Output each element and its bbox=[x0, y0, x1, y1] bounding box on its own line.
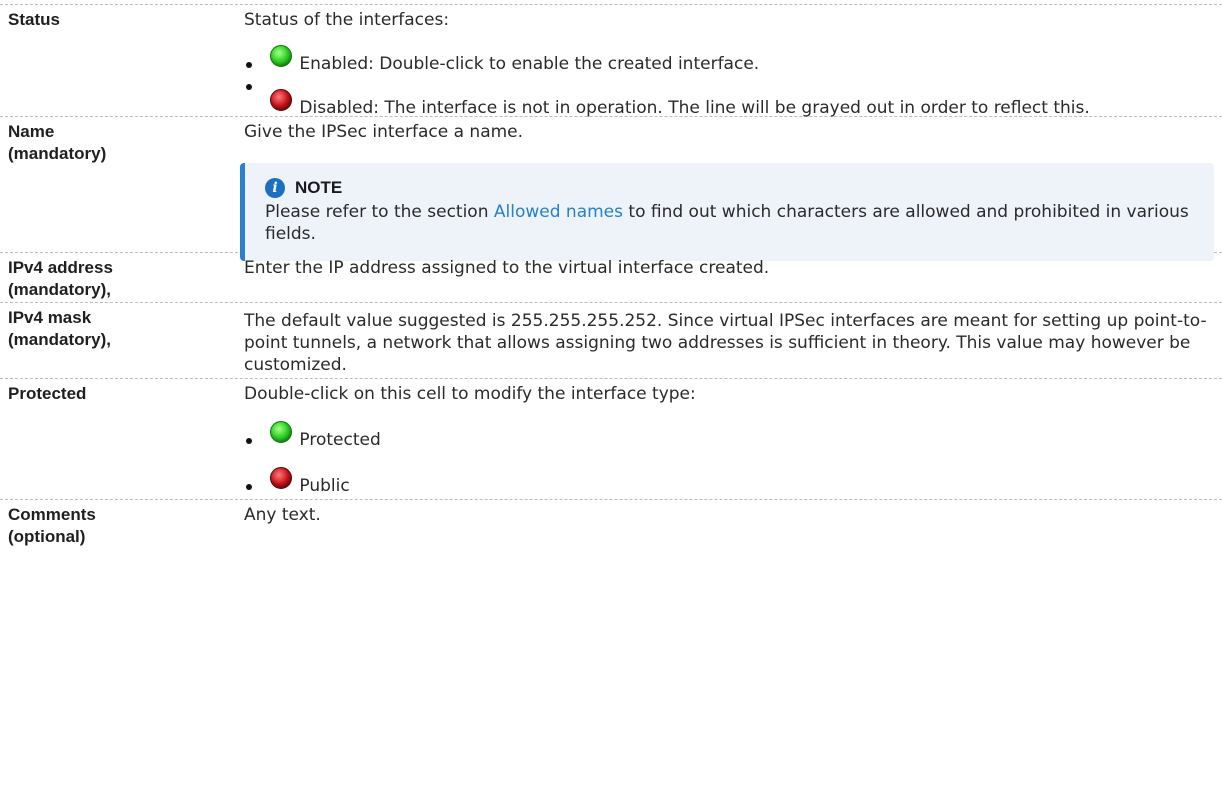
label-protected: Protected bbox=[8, 384, 87, 403]
comments-text: Any text. bbox=[244, 505, 321, 525]
table-row-name: Name (mandatory) Give the IPSec interfac… bbox=[0, 116, 1222, 261]
list-item: Public bbox=[244, 467, 1214, 497]
row-label: IPv4 address (mandatory), bbox=[0, 253, 244, 302]
row-description: Any text. bbox=[244, 500, 1222, 560]
row-label: IPv4 mask (mandatory), bbox=[0, 303, 244, 378]
list-item: Enabled: Double-click to enable the crea… bbox=[244, 45, 1214, 75]
label-status: Status bbox=[8, 10, 60, 29]
status-list: Enabled: Double-click to enable the crea… bbox=[244, 45, 1214, 119]
bullet-icon bbox=[246, 484, 252, 490]
bullet-icon bbox=[246, 438, 252, 444]
row-label: Protected bbox=[0, 379, 244, 499]
table-row-comments: Comments (optional) Any text. bbox=[0, 499, 1222, 560]
red-led-icon bbox=[270, 467, 292, 489]
row-label: Status bbox=[0, 5, 244, 116]
parameters-table: Status Status of the interfaces: Enabled… bbox=[0, 4, 1222, 560]
table-row-ipv4-mask: IPv4 mask (mandatory), The default value… bbox=[0, 302, 1222, 378]
green-led-icon bbox=[270, 421, 292, 443]
row-description: Give the IPSec interface a name. i NOTE … bbox=[240, 117, 1222, 261]
green-led-icon bbox=[270, 45, 292, 67]
label-ipv4-address: IPv4 address bbox=[8, 258, 113, 277]
table-row-protected: Protected Double-click on this cell to m… bbox=[0, 378, 1222, 499]
status-enabled-text: Enabled: Double-click to enable the crea… bbox=[299, 54, 760, 74]
note-body: Please refer to the section Allowed name… bbox=[265, 201, 1196, 245]
status-intro: Status of the interfaces: bbox=[244, 10, 450, 30]
status-disabled-text: Disabled: The interface is not in operat… bbox=[299, 98, 1090, 118]
allowed-names-link[interactable]: Allowed names bbox=[494, 202, 623, 222]
row-label: Name (mandatory) bbox=[0, 117, 244, 252]
protected-intro: Double-click on this cell to modify the … bbox=[244, 384, 696, 404]
label-name-qualifier: (mandatory) bbox=[8, 144, 107, 163]
list-item: Disabled: The interface is not in operat… bbox=[244, 84, 1214, 119]
bullet-icon bbox=[246, 62, 252, 68]
label-comments-qualifier: (optional) bbox=[8, 527, 86, 546]
name-text: Give the IPSec interface a name. bbox=[244, 122, 524, 142]
row-description: The default value suggested is 255.255.2… bbox=[244, 303, 1222, 378]
protected-item-text: Protected bbox=[299, 430, 381, 450]
note-header: i NOTE bbox=[265, 177, 1196, 199]
row-description: Status of the interfaces: Enabled: Doubl… bbox=[244, 5, 1222, 119]
label-ipv4-address-qualifier: (mandatory), bbox=[8, 280, 111, 299]
bullet-icon bbox=[246, 84, 252, 90]
label-name: Name bbox=[8, 122, 55, 141]
protected-list: Protected Public bbox=[244, 421, 1214, 497]
row-description: Double-click on this cell to modify the … bbox=[244, 379, 1222, 499]
table-row-status: Status Status of the interfaces: Enabled… bbox=[0, 4, 1222, 119]
list-item: Protected bbox=[244, 421, 1214, 451]
note-text-before: Please refer to the section bbox=[265, 202, 494, 222]
row-label: Comments (optional) bbox=[0, 500, 244, 560]
note-callout: i NOTE Please refer to the section Allow… bbox=[240, 163, 1214, 261]
note-title: NOTE bbox=[295, 178, 343, 197]
label-ipv4-mask: IPv4 mask bbox=[8, 308, 92, 327]
public-item-text: Public bbox=[299, 476, 350, 496]
label-comments: Comments bbox=[8, 505, 96, 524]
ipv4-mask-text: The default value suggested is 255.255.2… bbox=[244, 311, 1207, 375]
ipv4-address-text: Enter the IP address assigned to the vir… bbox=[244, 258, 770, 278]
row-description: Enter the IP address assigned to the vir… bbox=[244, 253, 1222, 302]
label-ipv4-mask-qualifier: (mandatory), bbox=[8, 330, 111, 349]
red-led-icon bbox=[270, 89, 292, 111]
table-row-ipv4-address: IPv4 address (mandatory), Enter the IP a… bbox=[0, 252, 1222, 302]
info-icon: i bbox=[265, 178, 285, 198]
